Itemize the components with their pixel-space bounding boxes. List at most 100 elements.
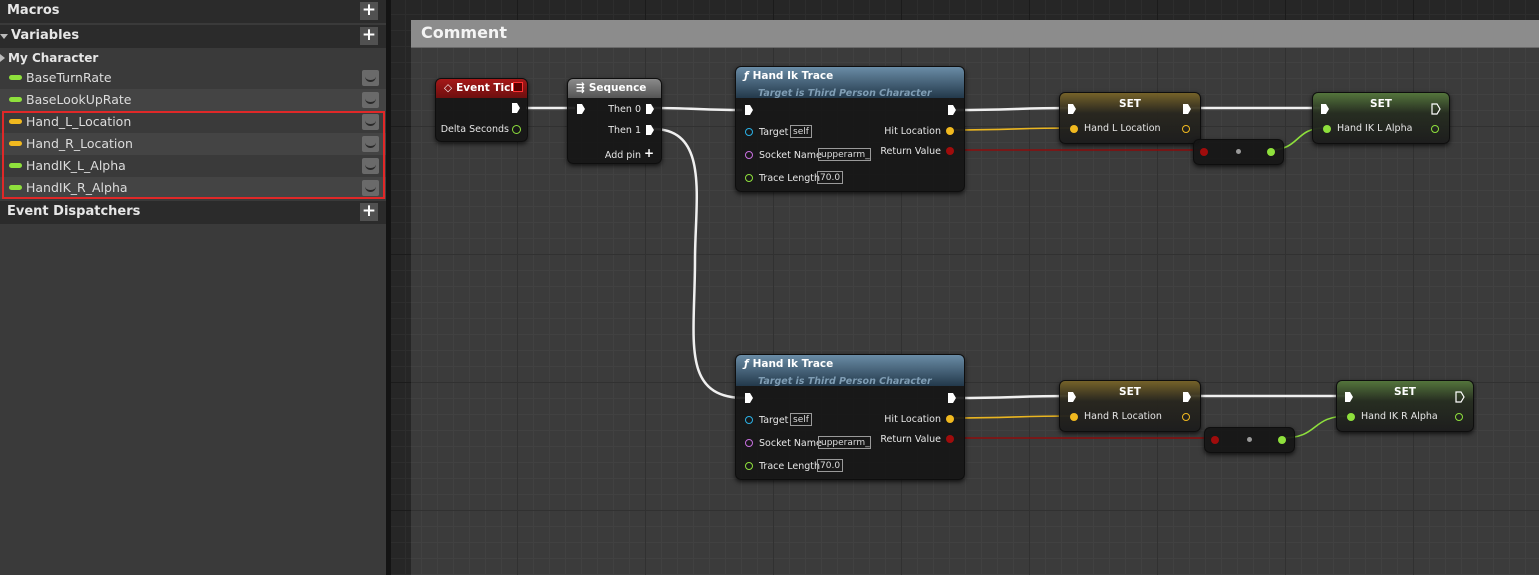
exec-out-pin[interactable] — [511, 102, 521, 114]
event-tick-title: Event Tick — [456, 82, 518, 94]
trace-length-field[interactable]: 70.0 — [817, 459, 844, 472]
set-variable-node[interactable]: SET Hand IK L Alpha — [1312, 92, 1450, 144]
function-icon: ƒ — [744, 70, 749, 82]
sequence-title: Sequence — [588, 82, 647, 94]
bool-in-pin[interactable] — [1200, 148, 1208, 156]
exec-in-pin[interactable] — [576, 103, 586, 115]
exec-wire — [652, 106, 743, 112]
exec-in-pin[interactable] — [1067, 103, 1077, 115]
socket-name-field[interactable]: upperarm_r — [818, 436, 871, 449]
sequence-header[interactable]: ⇶ Sequence — [568, 79, 661, 98]
hand-ik-trace-node[interactable]: ƒ Hand Ik Trace Target is Third Person Ch… — [735, 66, 965, 192]
exec-out-pin-unconnected[interactable] — [1431, 103, 1441, 115]
float-in-pin[interactable] — [1347, 413, 1355, 421]
set-title: SET — [1370, 98, 1392, 110]
exec-wire — [955, 106, 1069, 112]
function-icon: ƒ — [744, 358, 749, 370]
object-in-pin[interactable] — [745, 416, 753, 424]
set-title: SET — [1119, 386, 1141, 398]
delta-seconds-label: Delta Seconds — [440, 124, 509, 135]
bool-out-pin[interactable] — [946, 435, 954, 443]
vector-out-pin[interactable] — [946, 127, 954, 135]
target-value-field[interactable]: self — [790, 125, 812, 138]
vector-out-pin[interactable] — [946, 415, 954, 423]
bool-out-pin[interactable] — [946, 147, 954, 155]
exec-in-pin[interactable] — [744, 104, 754, 116]
bool-to-float-conversion-node[interactable] — [1193, 139, 1284, 165]
add-pin-label[interactable]: Add pin — [605, 150, 641, 161]
name-in-pin[interactable] — [745, 151, 753, 159]
then1-label: Then 1 — [608, 125, 641, 136]
exec-in-pin[interactable] — [1067, 391, 1077, 403]
trace-length-field[interactable]: 70.0 — [817, 171, 844, 184]
vector-wire — [951, 127, 1071, 131]
then0-label: Then 0 — [608, 104, 641, 115]
target-label: Target — [759, 127, 789, 138]
exec-out-pin[interactable] — [645, 124, 655, 136]
exec-in-pin[interactable] — [744, 392, 754, 404]
vector-wire — [951, 415, 1071, 419]
vector-out-pin[interactable] — [1182, 413, 1190, 421]
target-value-field[interactable]: self — [790, 413, 812, 426]
vector-out-pin[interactable] — [1182, 125, 1190, 133]
exec-wire — [955, 394, 1069, 400]
event-tick-node[interactable]: ◇ Event Tick Delta Seconds — [435, 78, 528, 142]
exec-out-pin[interactable] — [1182, 103, 1192, 115]
conversion-dot-icon — [1236, 149, 1241, 154]
exec-out-pin[interactable] — [947, 104, 957, 116]
trace-length-label: Trace Length — [759, 173, 820, 184]
exec-out-pin-unconnected[interactable] — [1455, 391, 1465, 403]
hand-ik-trace-title: Hand Ik Trace — [752, 70, 834, 82]
float-out-pin[interactable] — [512, 125, 521, 134]
delegate-pin-icon[interactable] — [513, 82, 523, 92]
set-pin-label: Hand L Location — [1084, 123, 1161, 134]
exec-wire — [652, 127, 746, 400]
sequence-icon: ⇶ — [576, 82, 585, 94]
socket-name-field[interactable]: upperarm_l — [818, 148, 871, 161]
hand-ik-trace-header[interactable]: ƒ Hand Ik Trace Target is Third Person Ch… — [736, 355, 964, 387]
hand-ik-trace-subtitle: Target is Third Person Character — [758, 88, 932, 99]
hand-ik-trace-subtitle: Target is Third Person Character — [758, 376, 932, 387]
float-out-pin[interactable] — [1278, 436, 1286, 444]
float-in-pin[interactable] — [745, 174, 753, 182]
exec-in-pin[interactable] — [1344, 391, 1354, 403]
bool-to-float-conversion-node[interactable] — [1204, 427, 1295, 453]
set-title: SET — [1394, 386, 1416, 398]
socket-name-label: Socket Name — [759, 438, 822, 449]
exec-out-pin[interactable] — [645, 103, 655, 115]
float-in-pin[interactable] — [745, 462, 753, 470]
vector-in-pin[interactable] — [1070, 413, 1078, 421]
exec-in-pin[interactable] — [1320, 103, 1330, 115]
exec-out-pin[interactable] — [947, 392, 957, 404]
hand-ik-trace-title: Hand Ik Trace — [752, 358, 834, 370]
conversion-dot-icon — [1247, 437, 1252, 442]
set-pin-label: Hand IK R Alpha — [1361, 411, 1438, 422]
set-variable-node[interactable]: SET Hand IK R Alpha — [1336, 380, 1474, 432]
sequence-node[interactable]: ⇶ Sequence Then 0 Then 1 Add pin + — [567, 78, 662, 164]
set-title: SET — [1119, 98, 1141, 110]
vector-in-pin[interactable] — [1070, 125, 1078, 133]
float-out-pin[interactable] — [1431, 125, 1439, 133]
socket-name-label: Socket Name — [759, 150, 822, 161]
set-pin-label: Hand IK L Alpha — [1337, 123, 1413, 134]
hit-location-label: Hit Location — [884, 414, 941, 425]
name-in-pin[interactable] — [745, 439, 753, 447]
set-pin-label: Hand R Location — [1084, 411, 1162, 422]
return-value-label: Return Value — [880, 434, 941, 445]
return-value-label: Return Value — [880, 146, 941, 157]
set-variable-node[interactable]: SET Hand L Location — [1059, 92, 1201, 144]
float-out-pin[interactable] — [1267, 148, 1275, 156]
float-in-pin[interactable] — [1323, 125, 1331, 133]
bool-in-pin[interactable] — [1211, 436, 1219, 444]
trace-length-label: Trace Length — [759, 461, 820, 472]
event-diamond-icon: ◇ — [444, 82, 453, 94]
target-label: Target — [759, 415, 789, 426]
hand-ik-trace-node[interactable]: ƒ Hand Ik Trace Target is Third Person Ch… — [735, 354, 965, 480]
hit-location-label: Hit Location — [884, 126, 941, 137]
add-pin-plus-icon[interactable]: + — [644, 146, 654, 160]
hand-ik-trace-header[interactable]: ƒ Hand Ik Trace Target is Third Person Ch… — [736, 67, 964, 99]
exec-out-pin[interactable] — [1182, 391, 1192, 403]
object-in-pin[interactable] — [745, 128, 753, 136]
float-out-pin[interactable] — [1455, 413, 1463, 421]
set-variable-node[interactable]: SET Hand R Location — [1059, 380, 1201, 432]
